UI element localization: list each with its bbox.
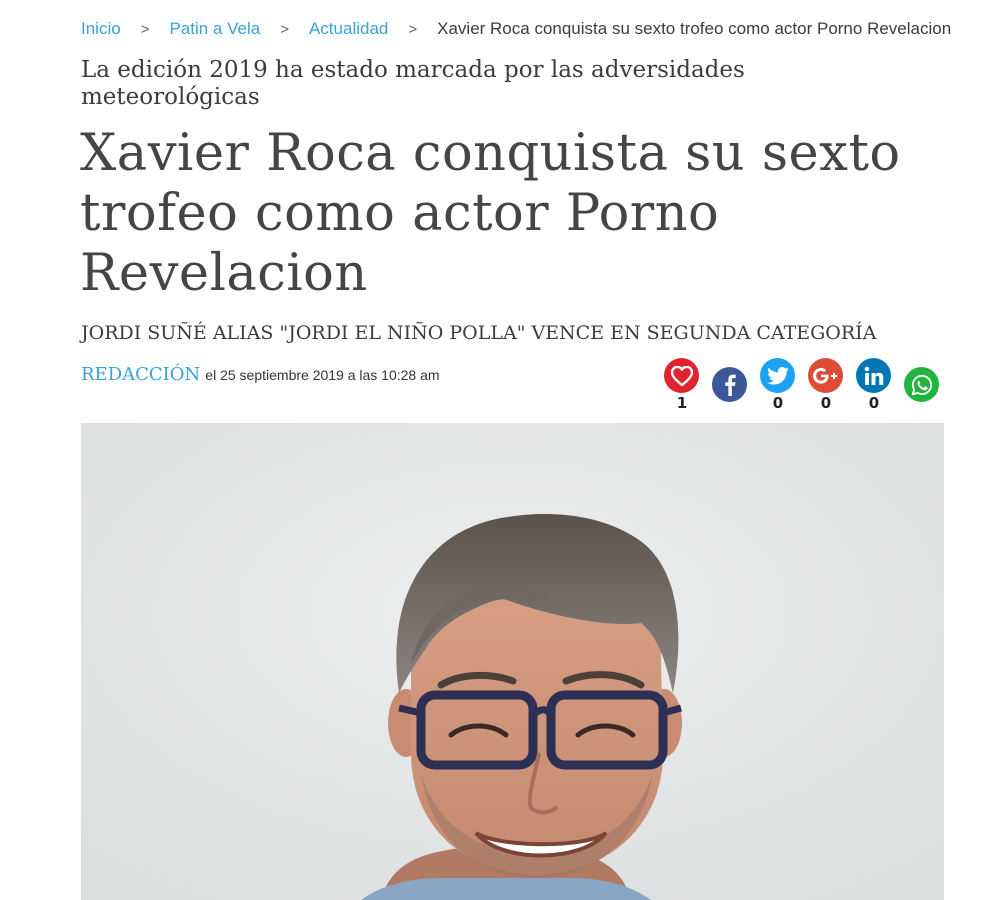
portrait-illustration [81,423,944,900]
twitter-share-item: 0 [760,358,796,411]
breadcrumb-link-actualidad[interactable]: Actualidad [309,19,388,39]
google-plus-share-button[interactable] [808,358,843,393]
like-share-item: 1 [664,358,700,411]
publish-date: el 25 septiembre 2019 a las 10:28 am [205,367,440,383]
facebook-share-item [712,367,748,404]
breadcrumb-separator: > [140,20,150,38]
breadcrumb-separator: > [280,20,289,38]
breadcrumb-separator: > [408,20,418,38]
byline: REDACCIÓN el 25 septiembre 2019 a las 10… [81,364,440,385]
linkedin-share-item: 0 [856,358,892,411]
facebook-icon [724,374,736,396]
article-headline: Xavier Roca conquista su sexto trofeo co… [80,124,901,303]
article-page: Inicio > Patin a Vela > Actualidad > Xav… [0,0,990,900]
whatsapp-share-button[interactable] [904,367,939,402]
linkedin-share-button[interactable] [856,358,891,393]
like-count: 1 [676,394,688,412]
article-kicker: La edición 2019 ha estado marcada por la… [81,57,745,110]
breadcrumb: Inicio > Patin a Vela > Actualidad > Xav… [81,19,951,39]
google-plus-share-item: 0 [808,358,844,411]
author-link[interactable]: REDACCIÓN [81,364,200,385]
twitter-icon [766,366,789,385]
breadcrumb-link-patin-a-vela[interactable]: Patin a Vela [169,19,260,39]
google-plus-count: 0 [820,394,832,412]
share-bar: 1 0 0 0 [663,358,943,418]
facebook-share-button[interactable] [712,367,747,402]
twitter-count: 0 [772,394,784,412]
linkedin-count: 0 [868,394,880,412]
breadcrumb-link-inicio[interactable]: Inicio [81,19,121,39]
article-photo [81,423,944,900]
article-subtitle: JORDI SUÑÉ ALIAS "JORDI EL NIÑO POLLA" V… [81,322,877,344]
google-plus-icon [812,367,837,384]
breadcrumb-current: Xavier Roca conquista su sexto trofeo co… [437,19,952,38]
linkedin-icon [864,366,883,385]
heart-icon [670,365,693,386]
twitter-share-button[interactable] [760,358,795,393]
whatsapp-icon [911,374,932,395]
whatsapp-share-item [904,367,940,404]
like-button[interactable] [664,358,699,393]
